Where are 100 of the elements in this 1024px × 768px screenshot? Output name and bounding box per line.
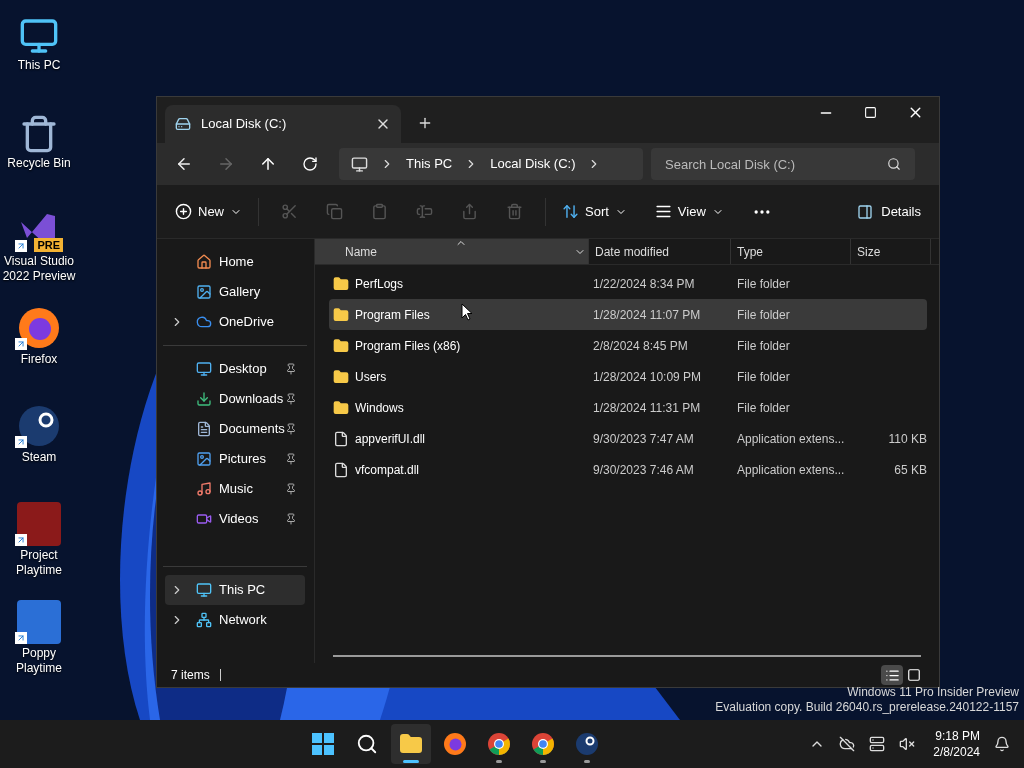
sidebar-item[interactable]: This PC	[165, 575, 305, 605]
file-type: File folder	[736, 275, 791, 293]
pin-icon	[284, 513, 297, 525]
desktop-icon-label: Steam	[21, 450, 57, 465]
file-name: Program Files (x86)	[355, 337, 461, 355]
evaluation-notice: Windows 11 Pro Insider Preview	[847, 685, 1019, 700]
maximize-icon[interactable]	[864, 106, 877, 119]
network-icon[interactable]	[869, 736, 886, 752]
mouse-pointer-icon	[461, 303, 473, 321]
file-icon	[333, 461, 349, 478]
file-name: Windows	[355, 399, 404, 417]
file-row[interactable]: Windows 1/28/2024 11:31 PM File folder	[329, 392, 927, 423]
clock[interactable]: 9:18 PM 2/8/2024	[933, 728, 980, 760]
file-type: Application extens...	[736, 430, 846, 448]
file-row[interactable]: Program Files 1/28/2024 11:07 PM File folder	[329, 299, 927, 330]
search-field[interactable]: Search Local Disk (C:)	[651, 148, 915, 180]
pc-icon	[196, 582, 212, 598]
file-size: 110 KB	[888, 430, 927, 448]
sidebar-item[interactable]: Music	[165, 474, 305, 504]
file-size: 65 KB	[894, 461, 927, 479]
details-view-button[interactable]	[881, 665, 903, 685]
home-icon	[196, 254, 212, 270]
gallery-icon	[196, 284, 212, 300]
shortcut-arrow-icon	[15, 240, 27, 252]
address-bar[interactable]: This PC Local Disk (C:)	[339, 148, 643, 180]
sort-button[interactable]: Sort	[554, 195, 635, 228]
refresh-icon[interactable]	[302, 156, 318, 172]
desktop-icon-label: Visual Studio 2022 Preview	[1, 254, 77, 284]
view-button[interactable]: View	[646, 195, 732, 228]
pin-icon	[284, 453, 297, 465]
sidebar-item[interactable]: Downloads	[165, 384, 305, 414]
browser-icon	[486, 732, 511, 756]
file-type: File folder	[736, 306, 791, 324]
horizontal-scrollbar[interactable]	[333, 655, 921, 657]
volume-muted-icon[interactable]	[899, 736, 916, 752]
desktop-icon-label: Firefox	[20, 352, 58, 367]
tile-icon	[907, 668, 921, 682]
network-icon	[196, 612, 212, 628]
column-header[interactable]: Type	[731, 239, 851, 264]
date-modified: 1/28/2024 11:31 PM	[592, 399, 702, 417]
column-header[interactable]: Size	[851, 239, 931, 264]
monitor-icon	[351, 155, 368, 173]
folder-icon	[398, 732, 423, 756]
downloads-icon	[196, 391, 212, 407]
sidebar-item[interactable]: Documents	[165, 414, 305, 444]
new-tab-icon[interactable]	[417, 115, 433, 131]
notifications-icon[interactable]	[994, 736, 1010, 752]
shortcut-arrow-icon	[15, 534, 27, 546]
pictures-icon	[196, 451, 212, 467]
file-type: File folder	[736, 368, 791, 386]
file-type: Application extens...	[736, 461, 846, 479]
new-button[interactable]: New	[167, 195, 250, 228]
cloud-off-icon[interactable]	[839, 736, 856, 752]
sort-icon	[562, 203, 579, 220]
tab[interactable]: Local Disk (C:)	[165, 105, 401, 143]
column-header[interactable]: Name	[315, 239, 589, 264]
explorer-taskbar-button[interactable]	[390, 724, 431, 764]
column-header[interactable]: Date modified	[589, 239, 731, 264]
start-icon	[310, 732, 335, 756]
file-name: PerfLogs	[355, 275, 404, 293]
up-icon[interactable]	[259, 155, 277, 173]
sidebar-item[interactable]: Pictures	[165, 444, 305, 474]
breadcrumb-item[interactable]: Local Disk (C:)	[490, 154, 576, 174]
file-row[interactable]: appverifUI.dll 9/30/2023 7:47 AM Application extens... 110 KB	[329, 423, 927, 454]
breadcrumb-item[interactable]: This PC	[406, 154, 453, 174]
folder-icon	[333, 399, 349, 416]
date-modified: 1/28/2024 11:07 PM	[592, 306, 702, 324]
back-icon[interactable]	[175, 155, 193, 173]
file-type: File folder	[736, 399, 791, 417]
details-button[interactable]: Details	[849, 195, 929, 228]
sidebar-item[interactable]: Network	[165, 605, 305, 635]
file-row[interactable]: PerfLogs 1/22/2024 8:34 PM File folder	[329, 268, 927, 299]
search-icon	[887, 157, 901, 171]
file-type: File folder	[736, 337, 791, 355]
date-modified: 1/22/2024 8:34 PM	[592, 275, 696, 293]
sidebar-item[interactable]: Home	[165, 247, 305, 277]
pin-icon	[284, 393, 297, 405]
file-row[interactable]: Program Files (x86) 2/8/2024 8:45 PM File folder	[329, 330, 927, 361]
browser-icon	[530, 732, 555, 756]
documents-icon	[196, 421, 212, 437]
preview-badge: PRE	[34, 238, 63, 252]
sidebar-item[interactable]: OneDrive	[165, 307, 305, 337]
file-row[interactable]: vfcompat.dll 9/30/2023 7:46 AM Application extens... 65 KB	[329, 454, 927, 485]
browser-icon	[442, 732, 467, 756]
file-name: vfcompat.dll	[355, 461, 420, 479]
sidebar-item[interactable]: Videos	[165, 504, 305, 534]
desktop-shortcut-icon[interactable]: PRE	[15, 206, 63, 252]
cloud-icon	[196, 314, 212, 330]
sidebar-item[interactable]: Desktop	[165, 354, 305, 384]
sidebar-item[interactable]: Gallery	[165, 277, 305, 307]
file-row[interactable]: Users 1/28/2024 10:09 PM File folder	[329, 361, 927, 392]
shortcut-arrow-icon	[15, 338, 27, 350]
file-name: Program Files	[355, 306, 430, 324]
folder-icon	[333, 275, 349, 292]
file-icon	[333, 430, 349, 447]
plus-circle-icon	[175, 203, 192, 220]
file-name: appverifUI.dll	[355, 430, 426, 448]
item-count: 7 items	[171, 667, 210, 684]
desktop-icon-label: Project Playtime	[15, 548, 63, 578]
date-modified: 9/30/2023 7:46 AM	[592, 461, 695, 479]
